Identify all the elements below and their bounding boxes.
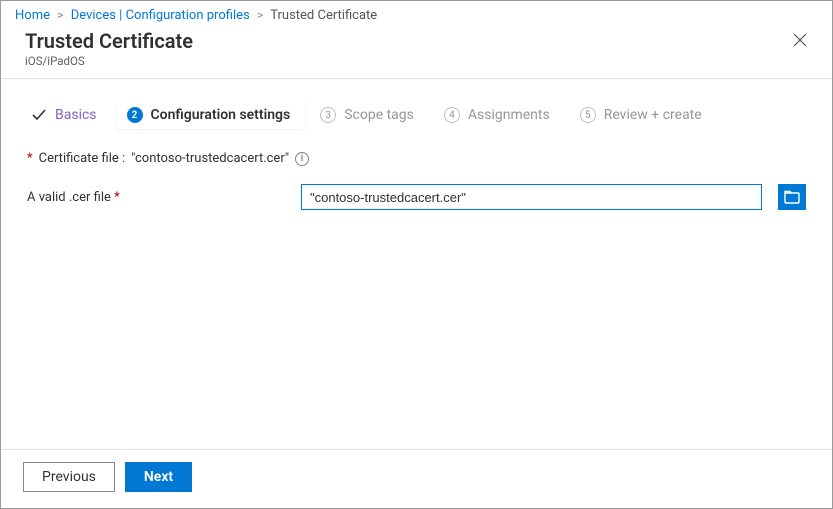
step-number-icon: 3 [320,107,336,123]
required-asterisk: * [114,190,120,205]
certificate-file-name: "contoso-trustedcacert.cer" [131,151,289,166]
breadcrumb-current: Trusted Certificate [270,8,377,23]
required-asterisk: * [27,151,33,166]
step-label: Basics [55,107,97,123]
close-icon [793,33,807,47]
info-icon[interactable]: i [295,152,309,166]
next-button[interactable]: Next [125,462,192,492]
step-label: Review + create [604,107,702,123]
step-review-create[interactable]: 5 Review + create [570,101,716,129]
wizard-footer: Previous Next [1,449,832,508]
cer-file-input[interactable] [301,184,762,210]
step-assignments[interactable]: 4 Assignments [434,101,564,129]
step-basics[interactable]: Basics [27,101,111,129]
step-number-icon: 5 [580,107,596,123]
content-area: Basics 2 Configuration settings 3 Scope … [1,79,832,449]
step-label: Configuration settings [151,107,291,123]
step-label: Assignments [468,107,550,123]
breadcrumb: Home > Devices | Configuration profiles … [1,1,832,27]
close-button[interactable] [786,29,814,57]
step-label: Scope tags [344,107,414,123]
step-scope-tags[interactable]: 3 Scope tags [310,101,428,129]
chevron-right-icon: > [257,8,263,22]
breadcrumb-devices[interactable]: Devices | Configuration profiles [71,8,250,23]
page-subtitle: iOS/iPadOS [25,54,786,68]
step-number-icon: 4 [444,107,460,123]
previous-button[interactable]: Previous [23,462,115,492]
page-title: Trusted Certificate [25,29,786,53]
step-number-icon: 2 [127,107,143,123]
certificate-file-prefix: Certificate file : [39,151,126,166]
step-configuration-settings[interactable]: 2 Configuration settings [117,101,305,129]
valid-cer-label: A valid .cer file * [27,190,285,205]
wizard-stepper: Basics 2 Configuration settings 3 Scope … [27,101,806,129]
check-icon [31,107,47,123]
browse-file-button[interactable] [778,184,806,210]
breadcrumb-home[interactable]: Home [15,8,50,23]
certificate-file-label: * Certificate file : "contoso-trustedcac… [27,151,806,166]
chevron-right-icon: > [57,8,63,22]
folder-icon [784,190,800,204]
